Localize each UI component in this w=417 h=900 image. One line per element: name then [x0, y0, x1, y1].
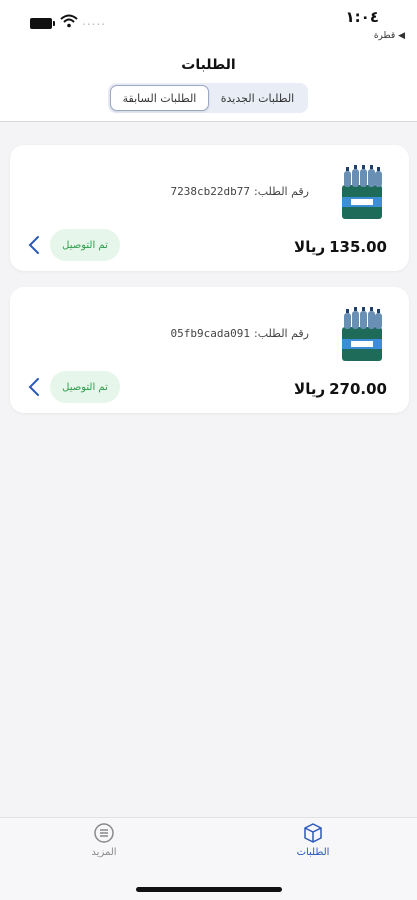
wifi-icon	[60, 14, 78, 28]
box-icon	[304, 823, 322, 843]
order-card[interactable]: رقم الطلب: 7238cb22db77 135.00 ريالا تم …	[10, 145, 409, 271]
order-number-label: رقم الطلب:	[254, 327, 309, 340]
bottom-tab-bar: الطلبات المزيد	[0, 817, 417, 900]
water-pack-image	[342, 307, 382, 361]
tab-more[interactable]: المزيد	[64, 822, 144, 858]
order-id: 05fb9cada091	[170, 327, 251, 340]
tab-orders[interactable]: الطلبات	[273, 822, 353, 858]
order-amount: 135.00	[329, 238, 387, 256]
back-to-app-link[interactable]: ◀ قطرة	[374, 31, 405, 41]
home-indicator	[136, 887, 282, 892]
order-amount: 270.00	[329, 380, 387, 398]
order-total: 135.00 ريالا	[294, 238, 387, 256]
status-badge: تم التوصيل	[50, 371, 120, 403]
order-currency: ريالا	[294, 380, 326, 398]
orders-segmented-control: الطلبات الجديدة الطلبات السابقة	[108, 83, 308, 113]
battery-icon	[30, 18, 55, 29]
order-card[interactable]: رقم الطلب: 05fb9cada091 270.00 ريالا تم …	[10, 287, 409, 413]
chevron-left-icon[interactable]	[24, 375, 44, 399]
order-total: 270.00 ريالا	[294, 380, 387, 398]
tab-new-orders[interactable]: الطلبات الجديدة	[209, 85, 306, 111]
tab-orders-label: الطلبات	[296, 847, 330, 858]
chevron-left-icon[interactable]	[24, 233, 44, 257]
page-header: الطلبات الطلبات الجديدة الطلبات السابقة	[0, 48, 417, 122]
status-badge: تم التوصيل	[50, 229, 120, 261]
order-number-line: رقم الطلب: 7238cb22db77	[171, 185, 309, 198]
order-number-line: رقم الطلب: 05fb9cada091	[171, 327, 309, 340]
order-id: 7238cb22db77	[170, 185, 251, 198]
signal-indicator: .....	[82, 14, 107, 28]
order-number-label: رقم الطلب:	[254, 185, 309, 198]
water-pack-image	[342, 165, 382, 219]
status-bar: ..... ١:٠٤ ◀ قطرة	[0, 0, 417, 48]
menu-circle-icon	[94, 823, 114, 843]
page-title: الطلبات	[181, 57, 236, 73]
status-time: ١:٠٤	[345, 8, 379, 26]
order-currency: ريالا	[294, 238, 326, 256]
tab-more-label: المزيد	[91, 847, 117, 858]
tab-previous-orders[interactable]: الطلبات السابقة	[110, 85, 209, 111]
